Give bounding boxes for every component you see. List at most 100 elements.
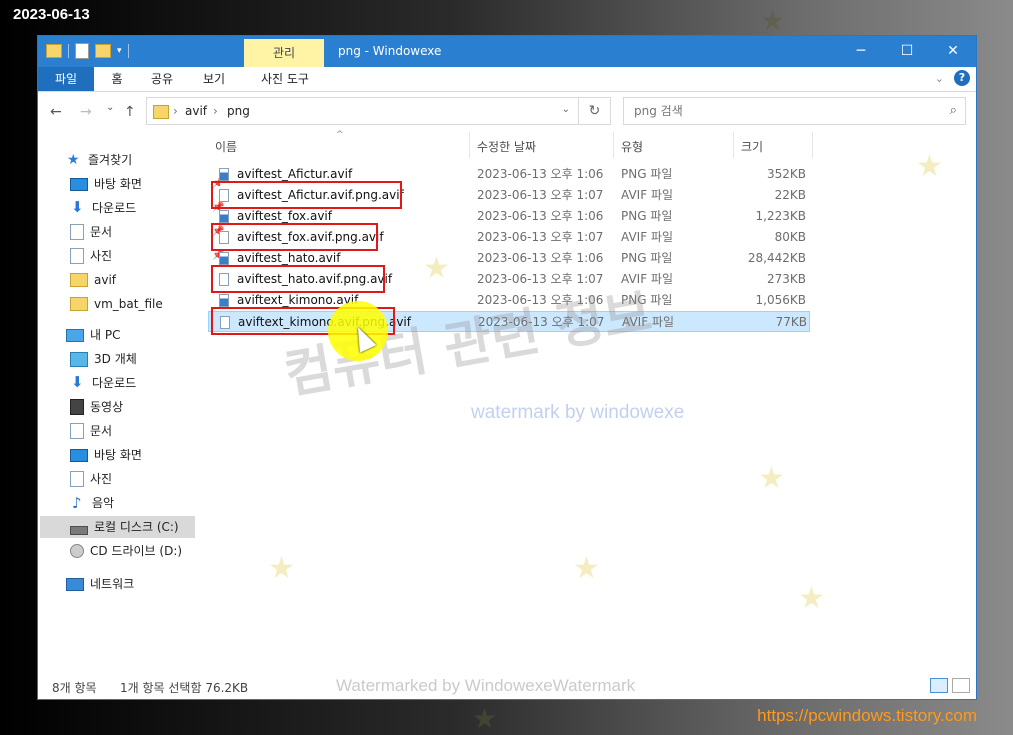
background-star-icon: ★ xyxy=(472,702,498,735)
tab-view[interactable]: 보기 xyxy=(194,67,234,91)
red-highlight-box xyxy=(211,181,402,209)
video-icon xyxy=(70,399,84,415)
image-file-icon xyxy=(219,210,229,223)
tab-share[interactable]: 공유 xyxy=(142,67,182,91)
watermark-star-icon: ★ xyxy=(798,581,825,616)
image-file-icon xyxy=(219,294,229,307)
nav-quick-access[interactable]: 즐겨찾기 xyxy=(48,149,132,171)
nav-item[interactable]: 바탕 화면 📌 xyxy=(70,173,224,195)
maximize-button[interactable]: ☐ xyxy=(884,36,930,67)
nav-item-label: 다운로드 xyxy=(92,201,137,215)
close-button[interactable]: ✕ xyxy=(930,36,976,67)
watermark-text-small: watermark by windowexe xyxy=(471,402,685,423)
nav-item[interactable]: 사진📌 xyxy=(70,245,224,267)
minimize-button[interactable]: ─ xyxy=(838,36,884,67)
star-icon xyxy=(66,149,82,171)
nav-item[interactable]: avif xyxy=(70,269,195,291)
file-type: AVIF 파일 xyxy=(621,230,673,244)
document-icon xyxy=(70,423,84,439)
nav-item[interactable]: 바탕 화면 xyxy=(70,444,195,466)
column-divider[interactable] xyxy=(469,132,470,158)
tab-home[interactable]: 홈 xyxy=(102,67,132,91)
column-divider[interactable] xyxy=(812,132,813,158)
large-icons-view-button[interactable] xyxy=(952,678,970,693)
column-headers: ^ 이름 수정한 날짜 유형 크기 xyxy=(208,130,813,158)
recent-locations-button[interactable]: ⌄ xyxy=(106,102,114,113)
nav-label: 내 PC xyxy=(90,328,121,342)
breadcrumb-separator[interactable]: › xyxy=(173,104,178,118)
file-size: 28,442KB xyxy=(747,251,806,265)
nav-network[interactable]: 네트워크 xyxy=(48,573,134,595)
nav-item-label: 3D 개체 xyxy=(94,352,137,366)
navigation-bar: ← → ⌄ ↑ › avif › png ⌄ ↻ ⌕ xyxy=(38,92,976,132)
file-size: 77KB xyxy=(775,315,807,329)
nav-item[interactable]: 3D 개체 xyxy=(70,348,195,370)
tab-picture-tools[interactable]: 사진 도구 xyxy=(250,67,320,91)
column-header-size[interactable]: 크기 xyxy=(741,138,763,155)
new-folder-icon[interactable] xyxy=(95,44,111,58)
nav-item[interactable]: CD 드라이브 (D:) xyxy=(70,540,195,562)
chevron-down-icon[interactable]: ⌄ xyxy=(562,104,570,115)
help-icon[interactable]: ? xyxy=(954,70,970,86)
back-button[interactable]: ← xyxy=(50,104,62,120)
red-highlight-box xyxy=(211,265,385,293)
watermark-star-icon: ★ xyxy=(916,149,943,184)
nav-item[interactable]: 동영상 xyxy=(70,396,195,418)
tab-manage-context[interactable]: 관리 xyxy=(244,39,324,67)
nav-item[interactable]: 로컬 디스크 (C:) xyxy=(40,516,195,538)
column-header-name[interactable]: 이름 xyxy=(215,138,237,155)
nav-item[interactable]: 문서 xyxy=(70,420,195,442)
breadcrumb-png[interactable]: png xyxy=(227,104,250,118)
column-divider[interactable] xyxy=(613,132,614,158)
search-input[interactable] xyxy=(632,103,936,119)
column-header-date[interactable]: 수정한 날짜 xyxy=(477,138,536,155)
site-url[interactable]: https://pcwindows.tistory.com xyxy=(757,706,977,726)
column-divider[interactable] xyxy=(733,132,734,158)
nav-item-label: vm_bat_file xyxy=(94,297,163,311)
desktop-icon xyxy=(70,448,88,462)
tab-file[interactable]: 파일 xyxy=(38,67,94,91)
navigation-pane: 즐겨찾기 바탕 화면📌다운로드📌문서📌사진📌 avif vm_bat_file 내 … xyxy=(38,132,224,672)
watermark-star-icon: ★ xyxy=(268,551,295,586)
refresh-button[interactable]: ↻ xyxy=(579,97,611,125)
pictures-icon xyxy=(70,471,84,487)
nav-item-label: 동영상 xyxy=(90,400,124,414)
download-icon xyxy=(70,196,86,218)
nav-item[interactable]: 다운로드 xyxy=(70,371,195,394)
nav-item[interactable]: 음악 xyxy=(70,492,195,514)
nav-item-label: 다운로드 xyxy=(92,376,137,390)
nav-this-pc[interactable]: 내 PC xyxy=(48,324,120,346)
nav-item[interactable]: vm_bat_file xyxy=(70,293,195,315)
nav-item[interactable]: 문서📌 xyxy=(70,221,224,243)
pictures-icon xyxy=(70,248,84,264)
network-icon xyxy=(66,577,84,591)
breadcrumb-separator[interactable]: › xyxy=(213,104,218,118)
column-header-type[interactable]: 유형 xyxy=(621,138,643,155)
breadcrumb-avif[interactable]: avif xyxy=(185,104,207,118)
address-bar[interactable]: › avif › png ⌄ xyxy=(146,97,579,125)
window-title: png - Windowexe xyxy=(338,44,442,58)
drive-icon xyxy=(70,525,88,535)
properties-icon[interactable] xyxy=(75,43,89,59)
nav-label: 네트워크 xyxy=(90,577,135,591)
file-date: 2023-06-13 오후 1:07 xyxy=(477,188,604,202)
search-icon[interactable]: ⌕ xyxy=(950,103,957,118)
nav-item-label: 로컬 디스크 (C:) xyxy=(94,520,179,534)
forward-button[interactable]: → xyxy=(80,104,92,120)
nav-item-label: 사진 xyxy=(90,472,113,486)
computer-icon xyxy=(66,328,84,342)
window-controls: ─ ☐ ✕ xyxy=(838,36,976,67)
details-view-button[interactable] xyxy=(930,678,948,693)
toolbar-divider xyxy=(68,44,69,58)
nav-item[interactable]: 사진 xyxy=(70,468,195,490)
folder-icon xyxy=(153,105,169,119)
chevron-down-icon[interactable]: ⌄ xyxy=(935,72,944,85)
file-date: 2023-06-13 오후 1:06 xyxy=(477,167,604,181)
red-highlight-box xyxy=(211,223,378,251)
nav-item[interactable]: 다운로드📌 xyxy=(70,196,224,219)
nav-item-label: CD 드라이브 (D:) xyxy=(90,544,183,558)
up-button[interactable]: ↑ xyxy=(124,104,136,120)
customize-toolbar-arrow-icon[interactable]: ▾ xyxy=(117,46,122,56)
watermark-star-icon: ★ xyxy=(573,551,600,586)
search-box[interactable]: ⌕ xyxy=(623,97,966,125)
